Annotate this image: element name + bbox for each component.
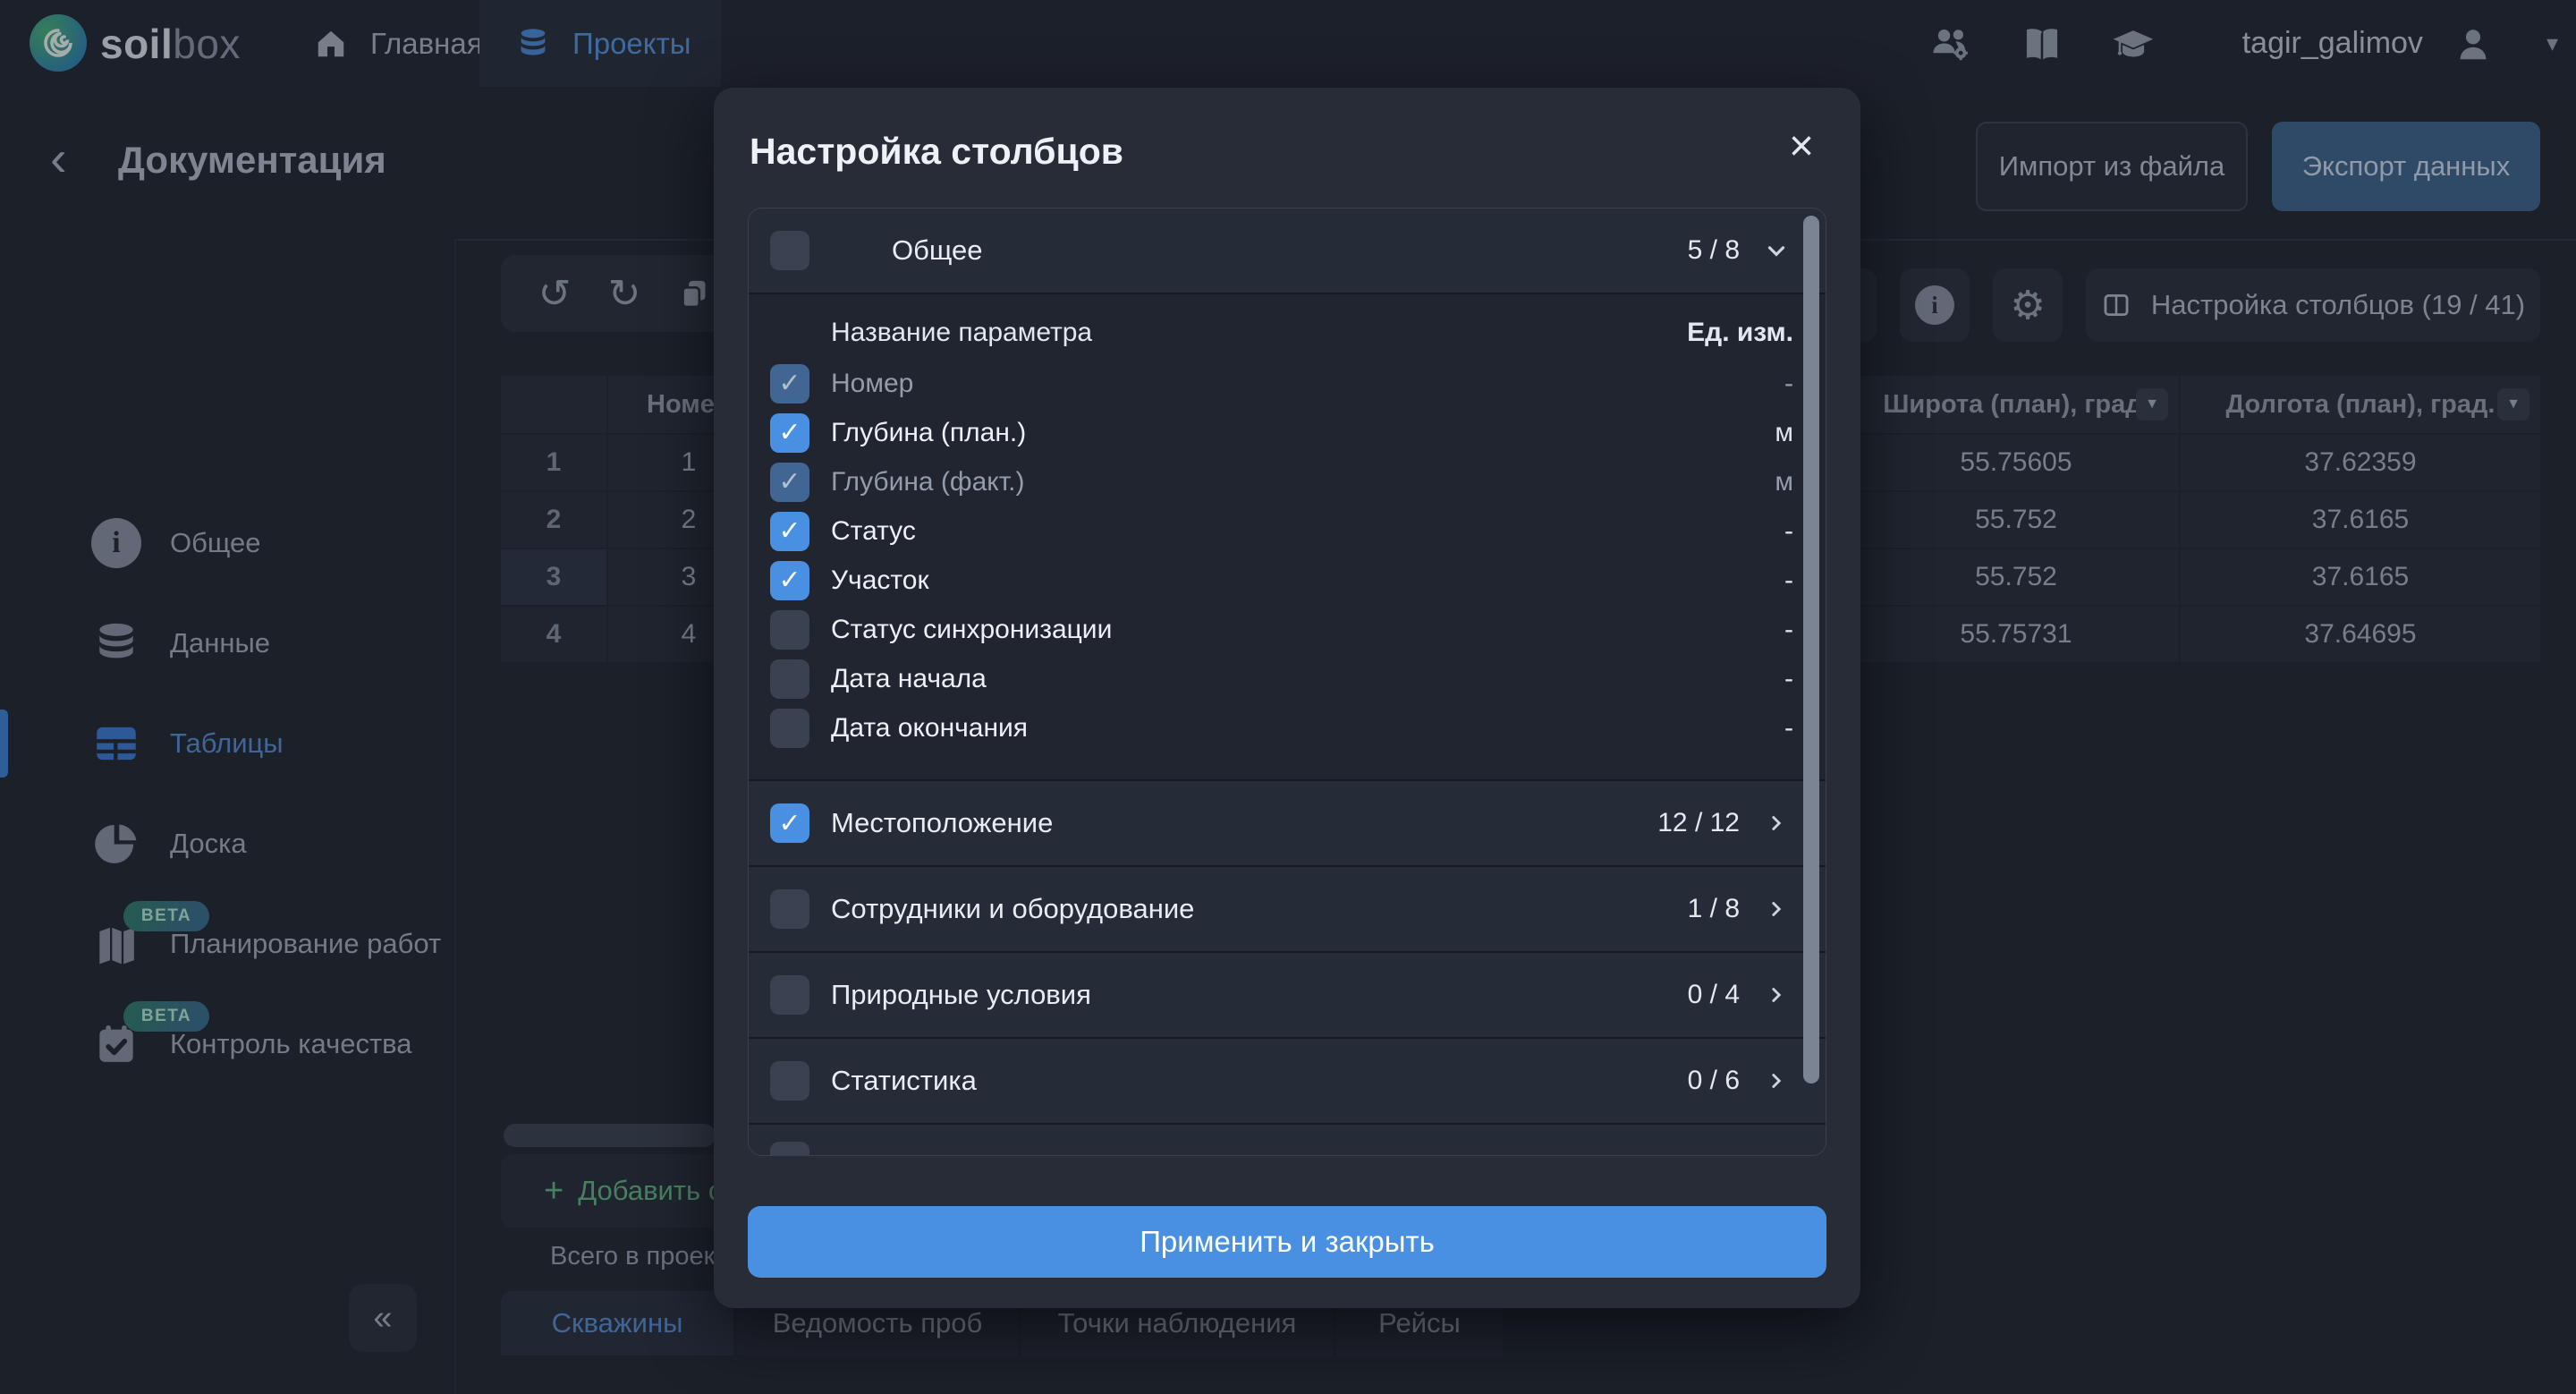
param-label: Глубина (факт.)	[831, 467, 1025, 497]
column-group-row[interactable]: ✓ Сотрудники и оборудование 1 / 8	[749, 867, 1826, 953]
param-label: Статус	[831, 516, 916, 547]
column-group-row[interactable]: ✓ Статистика 0 / 6	[749, 1039, 1826, 1125]
param-row[interactable]: ✓ Глубина (план.) м	[749, 408, 1826, 457]
checkbox-unchecked[interactable]: ✓	[770, 709, 809, 748]
param-label: Дата начала	[831, 664, 987, 694]
checkbox-checked-icon[interactable]: ✓	[770, 561, 809, 600]
group-label: Природные условия	[831, 979, 1091, 1011]
param-unit: -	[1784, 516, 1793, 547]
param-unit: -	[1784, 615, 1793, 645]
group-count: 0 / 4	[1688, 980, 1740, 1010]
group-checkbox[interactable]: ✓	[770, 975, 809, 1015]
param-unit: -	[1784, 369, 1793, 399]
checkbox-checked-icon[interactable]: ✓	[770, 364, 809, 404]
modal-scrollbar[interactable]	[1803, 216, 1819, 1084]
chevron-right-icon[interactable]	[1763, 896, 1790, 922]
param-row[interactable]: ✓ Статус синхронизации -	[749, 605, 1826, 654]
group-checkbox[interactable]	[770, 1142, 809, 1156]
checkbox-unchecked[interactable]: ✓	[770, 610, 809, 650]
group-label: Местоположение	[831, 807, 1053, 839]
param-label: Номер	[831, 369, 913, 399]
column-groups-list: ✓ Общее 5 / 8 Название параметра Ед. изм…	[748, 208, 1826, 1156]
param-unit: м	[1775, 467, 1793, 497]
param-label: Участок	[831, 565, 929, 596]
param-row[interactable]: ✓ Дата начала -	[749, 654, 1826, 703]
chevron-down-icon[interactable]	[1763, 237, 1790, 264]
group-checkbox-checked[interactable]: ✓	[770, 803, 809, 843]
group-count: 1 / 8	[1688, 894, 1740, 924]
chevron-right-icon[interactable]	[1763, 1067, 1790, 1094]
checkbox-checked-icon[interactable]: ✓	[770, 413, 809, 453]
param-unit: -	[1784, 713, 1793, 744]
group-count: 0 / 6	[1688, 1066, 1740, 1096]
param-row[interactable]: ✓ Дата окончания -	[749, 703, 1826, 752]
column-group-row[interactable]: ✓ Природные условия 0 / 4	[749, 953, 1826, 1039]
app-root: soilbox Главная Проекты	[0, 0, 2576, 1394]
group-label: Общее	[892, 234, 983, 267]
param-row[interactable]: ✓ Номер -	[749, 359, 1826, 408]
param-unit-header: Ед. изм.	[1687, 318, 1793, 348]
param-unit: -	[1784, 565, 1793, 596]
column-group-row[interactable]: ✓ Местоположение 12 / 12	[749, 781, 1826, 867]
param-row[interactable]: ✓ Участок -	[749, 556, 1826, 605]
close-icon[interactable]: ×	[1775, 120, 1828, 174]
param-row[interactable]: ✓ Глубина (факт.) м	[749, 457, 1826, 506]
param-label: Статус синхронизации	[831, 615, 1112, 645]
params-header-row: Название параметра Ед. изм.	[749, 307, 1826, 359]
chevron-right-icon[interactable]	[1763, 982, 1790, 1008]
param-name-header: Название параметра	[831, 318, 1092, 348]
column-settings-modal: Настройка столбцов × ✓ Общее 5 / 8 Назва…	[714, 88, 1860, 1308]
param-label: Дата окончания	[831, 713, 1028, 744]
group-label: Статистика	[831, 1065, 977, 1097]
group-count: 5 / 8	[1688, 235, 1740, 266]
modal-title: Настройка столбцов	[750, 131, 1123, 173]
group-params-general: Название параметра Ед. изм. ✓ Номер - ✓ Глуб…	[749, 294, 1826, 781]
param-unit: м	[1775, 418, 1793, 448]
column-group-row-general[interactable]: ✓ Общее 5 / 8	[749, 208, 1826, 294]
chevron-right-icon[interactable]	[1763, 810, 1790, 837]
param-row[interactable]: ✓ Статус -	[749, 506, 1826, 556]
checkbox-unchecked[interactable]: ✓	[770, 659, 809, 699]
param-label: Глубина (план.)	[831, 418, 1026, 448]
group-count: 12 / 12	[1657, 808, 1740, 838]
group-checkbox[interactable]: ✓	[770, 889, 809, 929]
column-group-row-partial[interactable]	[749, 1125, 1826, 1156]
group-checkbox[interactable]: ✓	[770, 231, 809, 270]
group-label: Сотрудники и оборудование	[831, 893, 1194, 925]
apply-and-close-button[interactable]: Применить и закрыть	[748, 1206, 1826, 1278]
group-checkbox[interactable]: ✓	[770, 1061, 809, 1101]
param-unit: -	[1784, 664, 1793, 694]
checkbox-checked-icon[interactable]: ✓	[770, 512, 809, 551]
checkbox-checked-icon[interactable]: ✓	[770, 463, 809, 502]
